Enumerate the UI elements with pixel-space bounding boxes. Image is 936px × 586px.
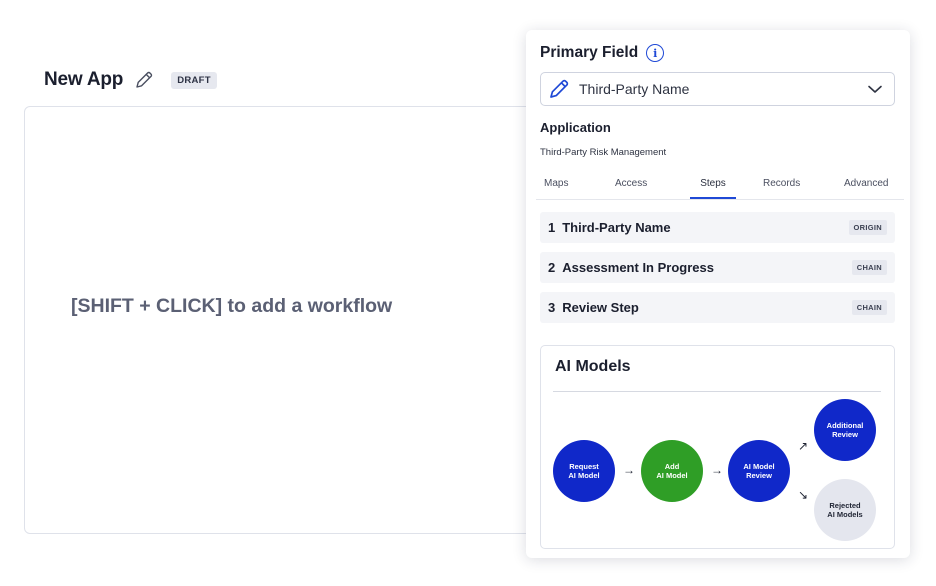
primary-field-label: Primary Field — [540, 44, 639, 61]
flow-arrow: ↘ — [798, 488, 809, 502]
node-label: Additional — [826, 420, 864, 430]
workflow-canvas[interactable] — [24, 106, 536, 534]
node-label: AI Model — [568, 471, 600, 480]
step-name: Assessment In Progress — [562, 260, 714, 275]
canvas-hint: [SHIFT + CLICK] to add a workflow — [71, 295, 393, 317]
node-label: Rejected — [829, 500, 861, 510]
panel-tabs: Maps Access Steps Records Advanced — [536, 178, 904, 200]
node-additional-review[interactable]: Additional Review — [814, 399, 876, 461]
properties-panel: Primary Field i Third-Party Name Applica… — [526, 30, 910, 558]
node-ai-model-review[interactable]: AI Model Review — [728, 440, 790, 502]
node-label: Review — [832, 430, 858, 439]
pencil-icon — [547, 77, 571, 101]
node-label: AI Model — [743, 461, 775, 471]
step-number: 1 — [548, 220, 556, 235]
flow-arrow: → — [711, 463, 723, 477]
ai-models-card: AI Models Request AI Model → Add AI Model … — [540, 345, 895, 549]
node-rejected-ai-models[interactable]: Rejected AI Models — [814, 479, 876, 541]
step-row[interactable]: 1 Third-Party Name ORIGIN — [540, 212, 895, 243]
step-tag: ORIGIN — [848, 220, 887, 235]
flow-arrow: ↗ — [798, 439, 809, 453]
application-value: Third-Party Risk Management — [540, 147, 667, 158]
app-title: New App — [44, 69, 124, 90]
node-request-ai-model[interactable]: Request AI Model — [553, 440, 615, 502]
chevron-down-icon — [866, 80, 884, 98]
primary-field-heading: Primary Field i — [540, 44, 665, 62]
node-label: AI Models — [827, 510, 863, 519]
status-badge: DRAFT — [171, 71, 217, 89]
app-header: New App DRAFT — [44, 66, 217, 94]
node-label: AI Model — [656, 471, 688, 480]
node-add-ai-model[interactable]: Add AI Model — [641, 440, 703, 502]
node-label: Review — [746, 471, 772, 480]
primary-field-select[interactable]: Third-Party Name — [540, 72, 895, 106]
step-row[interactable]: 2 Assessment In Progress CHAIN — [540, 252, 895, 283]
step-row[interactable]: 3 Review Step CHAIN — [540, 292, 895, 323]
step-name: Third-Party Name — [562, 220, 671, 235]
application-label: Application — [540, 120, 611, 135]
tab-advanced[interactable]: Advanced — [844, 178, 888, 199]
step-number: 3 — [548, 300, 556, 315]
primary-field-value: Third-Party Name — [579, 81, 690, 97]
tab-maps[interactable]: Maps — [544, 178, 568, 199]
step-number: 2 — [548, 260, 556, 275]
flow-arrow: → — [623, 463, 635, 477]
info-icon[interactable]: i — [646, 44, 665, 62]
tab-records[interactable]: Records — [763, 178, 800, 199]
ai-models-title: AI Models — [555, 358, 631, 375]
step-tag: CHAIN — [851, 260, 887, 275]
node-label: Request — [569, 461, 599, 471]
node-label: Add — [664, 461, 680, 471]
step-name: Review Step — [562, 300, 639, 315]
tab-steps[interactable]: Steps — [690, 178, 736, 199]
tab-access[interactable]: Access — [615, 178, 647, 199]
step-tag: CHAIN — [851, 300, 887, 315]
divider — [553, 391, 881, 392]
edit-title-pencil-icon[interactable] — [133, 69, 155, 91]
